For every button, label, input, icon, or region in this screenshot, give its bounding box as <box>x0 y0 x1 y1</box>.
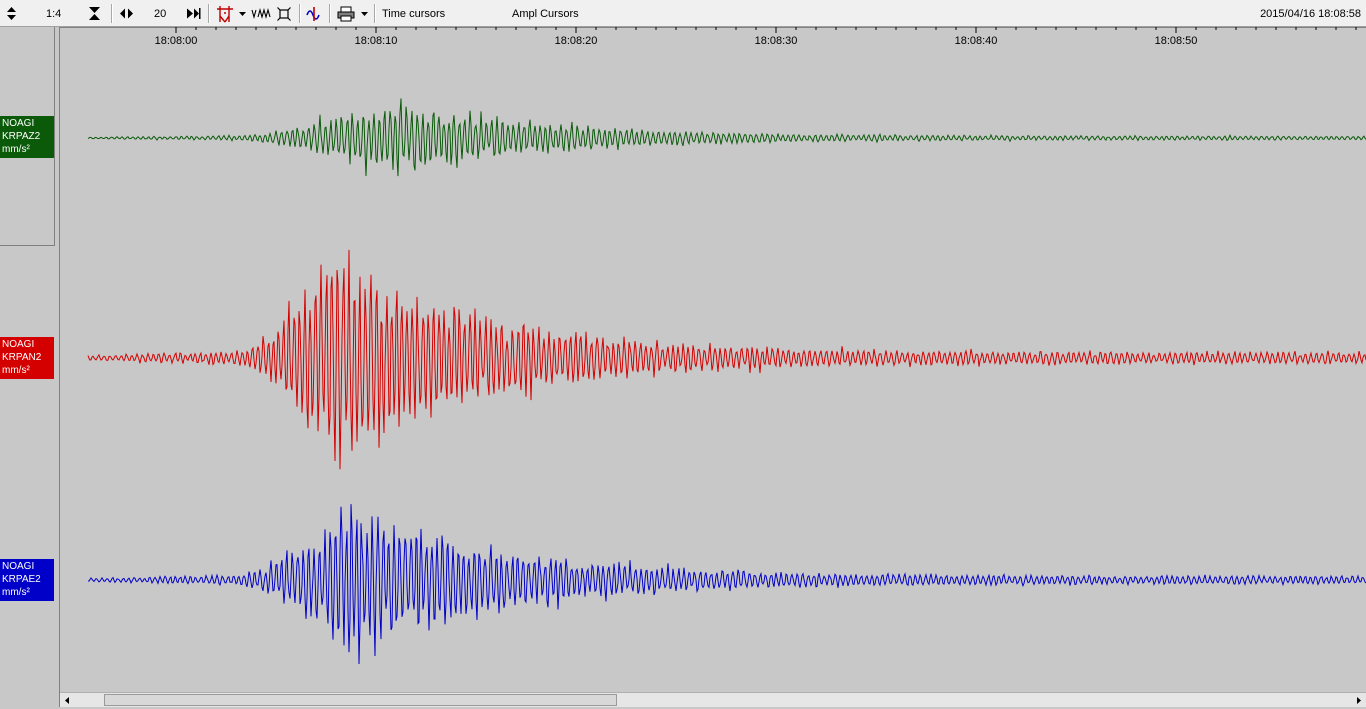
seismogram-plot[interactable]: 18:08:00 18:08:10 18:08:20 18:08:30 18:08:40… <box>60 27 1366 692</box>
time-axis: 18:08:00 18:08:10 18:08:20 18:08:30 18:08:40… <box>60 27 1366 47</box>
time-tick-label: 18:08:30 <box>755 35 798 47</box>
vertical-scale-icon[interactable] <box>5 0 18 27</box>
spectrum-icon[interactable] <box>306 0 322 27</box>
zoom-ratio[interactable]: 1:4 <box>46 0 61 27</box>
waveform-trace-krpan2[interactable] <box>87 249 1366 470</box>
time-tick-label: 18:08:10 <box>355 35 398 47</box>
time-nav-icon[interactable] <box>119 0 134 27</box>
waveform-canvas[interactable]: 18:08:00 18:08:10 18:08:20 18:08:30 18:08:40… <box>60 27 1366 692</box>
toolbar-separator <box>329 4 331 23</box>
trace-group <box>87 98 1366 665</box>
time-tick-label: 18:08:50 <box>1155 35 1198 47</box>
horizontal-scrollbar[interactable] <box>60 692 1366 707</box>
picks-icon[interactable] <box>216 0 234 27</box>
channel-sidebar: NOAGI KRPAZ2 mm/s² NOAGI KRPAN2 mm/s² NO… <box>0 27 60 707</box>
network-name: NOAGI <box>2 561 35 572</box>
toolbar-separator <box>111 4 113 23</box>
scrollbar-thumb[interactable] <box>104 694 617 706</box>
time-cursors-button[interactable]: Time cursors <box>382 0 445 27</box>
unit-label: mm/s² <box>2 587 30 598</box>
channel-label[interactable]: NOAGI KRPAZ2 mm/s² <box>0 116 54 158</box>
print-dropdown-arrow[interactable] <box>361 0 368 27</box>
toolbar-separator <box>208 4 210 23</box>
span-value[interactable]: 20 <box>154 0 166 27</box>
goto-end-icon[interactable] <box>186 0 201 27</box>
station-name: KRPAE2 <box>2 574 41 585</box>
network-name: NOAGI <box>2 118 35 129</box>
channel-label[interactable]: NOAGI KRPAN2 mm/s² <box>0 337 54 379</box>
waveform-trace-krpaz2[interactable] <box>87 98 1366 177</box>
channel-label[interactable]: NOAGI KRPAE2 mm/s² <box>0 559 54 601</box>
print-icon[interactable] <box>337 0 355 27</box>
current-datetime: 2015/04/16 18:08:58 <box>1260 7 1361 20</box>
expand-vertical-icon[interactable] <box>88 0 101 27</box>
picks-dropdown-arrow[interactable] <box>239 0 246 27</box>
unit-label: mm/s² <box>2 144 30 155</box>
filter-icon[interactable] <box>251 0 271 27</box>
zoom-box-icon[interactable] <box>277 0 291 27</box>
waveform-trace-krpae2[interactable] <box>87 504 1366 665</box>
toolbar-separator <box>299 4 301 23</box>
time-tick-label: 18:08:20 <box>555 35 598 47</box>
station-name: KRPAN2 <box>2 352 42 363</box>
toolbar-separator <box>374 4 376 23</box>
time-tick-label: 18:08:40 <box>955 35 998 47</box>
scroll-right-arrow-icon[interactable] <box>1353 695 1364 706</box>
unit-label: mm/s² <box>2 365 30 376</box>
time-tick-label: 18:08:00 <box>155 35 198 47</box>
ampl-cursors-button[interactable]: Ampl Cursors <box>512 0 579 27</box>
scroll-left-arrow-icon[interactable] <box>62 695 73 706</box>
network-name: NOAGI <box>2 339 35 350</box>
toolbar: 1:4 20 Time cursors Ampl Cursors 2015/04… <box>0 0 1366 27</box>
station-name: KRPAZ2 <box>2 131 41 142</box>
